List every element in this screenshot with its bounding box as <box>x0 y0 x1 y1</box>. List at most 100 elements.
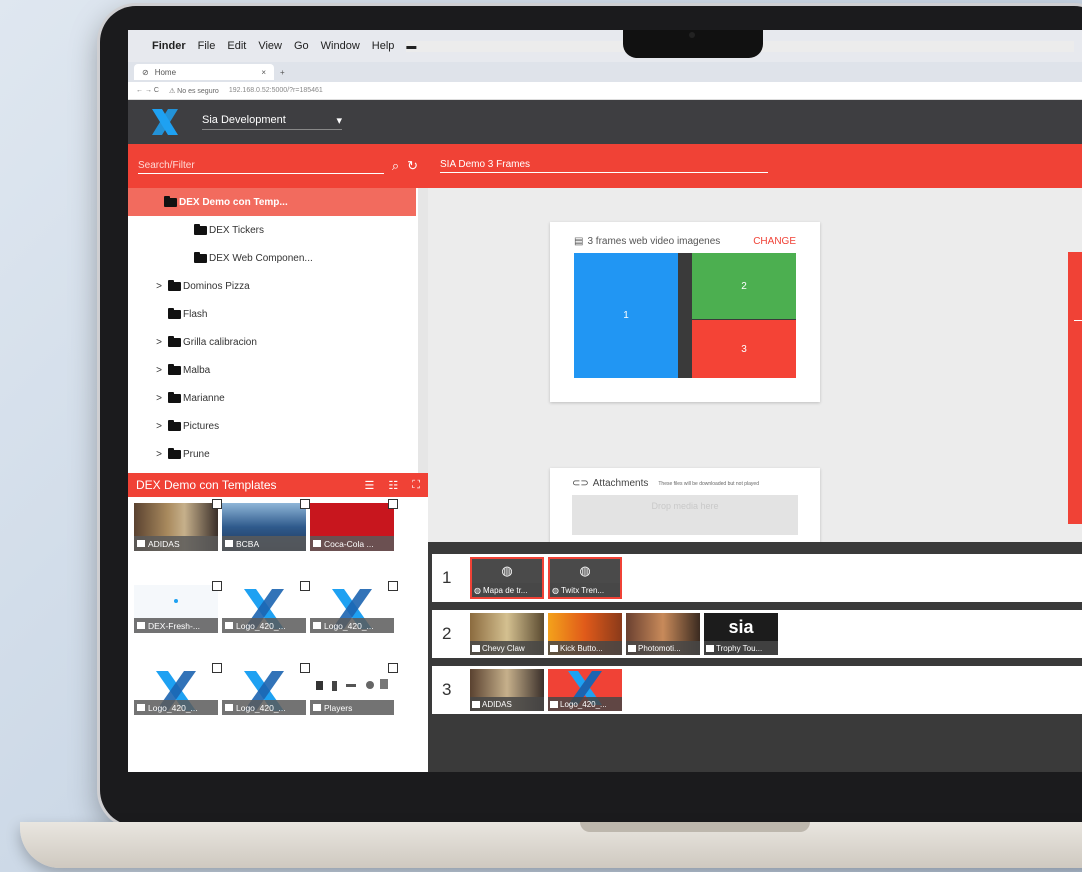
media-item-players[interactable]: Players <box>310 663 398 715</box>
search-input[interactable] <box>138 158 384 174</box>
url-field[interactable]: 192.168.0.52:5000/?r=185461 <box>229 87 323 94</box>
select-checkbox[interactable] <box>388 663 398 673</box>
chevron-right-icon[interactable]: > <box>150 393 168 404</box>
web-icon: ◍ <box>552 585 559 595</box>
select-checkbox[interactable] <box>300 499 310 509</box>
globe-icon: ◍ <box>579 563 591 578</box>
image-icon <box>472 700 480 708</box>
menu-view[interactable]: View <box>258 40 282 52</box>
tree-item-dex-web[interactable]: DEX Web Componen... <box>128 244 418 272</box>
folder-icon <box>194 251 207 263</box>
chevron-right-icon[interactable]: > <box>150 421 168 432</box>
change-button[interactable]: CHANGE <box>753 236 796 247</box>
playlist-item[interactable]: ADIDAS <box>470 669 544 711</box>
refresh-icon[interactable]: ↻ <box>407 158 418 174</box>
video-icon <box>628 644 636 652</box>
project-select[interactable]: Sia Development ▾ <box>202 114 342 130</box>
menu-window[interactable]: Window <box>321 40 360 52</box>
playlist-row-1: 1 ◍ ◍ Mapa de tr... ◍ ◍ Twitx Tren... <box>432 554 1082 602</box>
select-checkbox[interactable] <box>388 499 398 509</box>
menu-app-name[interactable]: Finder <box>152 40 186 52</box>
chevron-right-icon[interactable]: > <box>150 365 168 376</box>
playlist-item[interactable]: ◍ ◍ Mapa de tr... <box>470 557 544 599</box>
tree-item-dex-tickers[interactable]: DEX Tickers <box>128 216 418 244</box>
playlist-item[interactable]: ◍ ◍ Twitx Tren... <box>548 557 622 599</box>
grid-view-icon[interactable]: ☷ <box>388 479 398 492</box>
attachments-note: These files will be downloaded but not p… <box>658 480 759 487</box>
frame-1[interactable]: 1 <box>574 253 678 378</box>
playlist-item[interactable]: sia Trophy Tou... <box>704 613 778 655</box>
sia-logo-text: sia <box>728 617 754 637</box>
playlist-item[interactable]: Chevy Claw <box>470 613 544 655</box>
tree-item-prune[interactable]: > Prune <box>128 440 418 468</box>
menu-go[interactable]: Go <box>294 40 309 52</box>
layout-title[interactable]: SIA Demo 3 Frames <box>440 159 768 173</box>
globe-icon: ⊘ <box>142 67 149 77</box>
sia-logo-icon[interactable] <box>148 105 182 139</box>
app-header: Sia Development ▾ <box>128 100 1082 144</box>
folder-icon <box>168 447 181 459</box>
new-tab-button[interactable]: + <box>280 68 285 77</box>
folder-icon <box>168 335 181 347</box>
playlist-item[interactable]: Kick Butto... <box>548 613 622 655</box>
media-item-adidas[interactable]: ADIDAS <box>134 499 222 551</box>
select-checkbox[interactable] <box>300 581 310 591</box>
tree-item-grilla[interactable]: > Grilla calibracion <box>128 328 418 356</box>
media-label: Logo_420_... <box>236 702 286 713</box>
tree-item-malba[interactable]: > Malba <box>128 356 418 384</box>
chevron-right-icon[interactable]: > <box>150 337 168 348</box>
playlists-area: 1 ◍ ◍ Mapa de tr... ◍ ◍ Twitx Tren... 2 Ch… <box>428 542 1082 772</box>
tab-close-icon[interactable]: × <box>261 68 266 77</box>
image-icon <box>550 700 558 708</box>
frame-2[interactable]: 2 <box>692 253 796 319</box>
chevron-right-icon[interactable]: > <box>150 281 168 292</box>
media-item-logo-1[interactable]: Logo_420_... <box>222 581 310 633</box>
address-bar: ← → C ⚠ No es seguro 192.168.0.52:5000/?… <box>128 82 1082 100</box>
tree-item-pictures[interactable]: > Pictures <box>128 412 418 440</box>
nav-buttons[interactable]: ← → C <box>136 87 159 94</box>
frames-title: 3 frames web video imagenes <box>587 236 721 247</box>
tree-scrollbar[interactable] <box>420 278 428 398</box>
select-checkbox[interactable] <box>388 581 398 591</box>
frame-3[interactable]: 3 <box>692 320 796 378</box>
playlist-item[interactable]: Photomoti... <box>626 613 700 655</box>
chevron-right-icon[interactable]: > <box>150 449 168 460</box>
layout-strip: SIA Demo 3 Frames <box>428 144 1082 188</box>
select-checkbox[interactable] <box>300 663 310 673</box>
folder-icon <box>194 223 207 235</box>
search-icon[interactable]: ⌕ <box>392 158 399 174</box>
fullscreen-icon[interactable]: ⛶ <box>412 479 420 492</box>
attachments-title: Attachments <box>592 478 649 489</box>
list-view-icon[interactable]: ☰ <box>365 479 375 492</box>
attachments-dropzone[interactable]: Drop media here <box>572 495 798 535</box>
browser-tab[interactable]: ⊘ Home × <box>134 64 274 80</box>
media-label: Logo_420_... <box>236 620 286 631</box>
right-panel: SIA Demo 3 Frames ▤ 3 frames web video i… <box>428 144 1082 772</box>
media-item-logo-4[interactable]: Logo_420_... <box>222 663 310 715</box>
tree-item-flash[interactable]: Flash <box>128 300 418 328</box>
tree-item-label: DEX Tickers <box>209 224 265 236</box>
playlist-item[interactable]: Logo_420_... <box>548 669 622 711</box>
menu-file[interactable]: File <box>198 40 216 52</box>
select-checkbox[interactable] <box>212 499 222 509</box>
select-checkbox[interactable] <box>212 581 222 591</box>
screen: Finder File Edit View Go Window Help ▬ ⊘… <box>128 30 1082 772</box>
tree-item-dex-demo[interactable]: DEX Demo con Temp... <box>128 188 416 216</box>
media-item-bcba[interactable]: BCBA <box>222 499 310 551</box>
media-item-logo-2[interactable]: Logo_420_... <box>310 581 398 633</box>
select-checkbox[interactable] <box>212 663 222 673</box>
playlist-item-label: Mapa de tr... <box>482 585 528 595</box>
security-indicator[interactable]: ⚠ No es seguro <box>169 87 219 95</box>
menu-edit[interactable]: Edit <box>227 40 246 52</box>
menu-help[interactable]: Help <box>372 40 395 52</box>
media-item-coca-cola[interactable]: Coca-Cola ... <box>310 499 398 551</box>
media-item-dex-fresh[interactable]: DEX-Fresh-... <box>134 581 222 633</box>
video-icon <box>706 644 714 652</box>
tree-item-marianne[interactable]: > Marianne <box>128 384 418 412</box>
tree-item-dominos[interactable]: > Dominos Pizza <box>128 272 418 300</box>
playlist-item-label: Twitx Tren... <box>560 585 605 595</box>
tab-label: Home <box>154 67 177 77</box>
playlist-item-label: Kick Butto... <box>560 643 603 653</box>
main-area: ⌕ ↻ DEX Demo con Temp... DEX Tickers DEX… <box>128 144 1082 772</box>
media-item-logo-3[interactable]: Logo_420_... <box>134 663 222 715</box>
